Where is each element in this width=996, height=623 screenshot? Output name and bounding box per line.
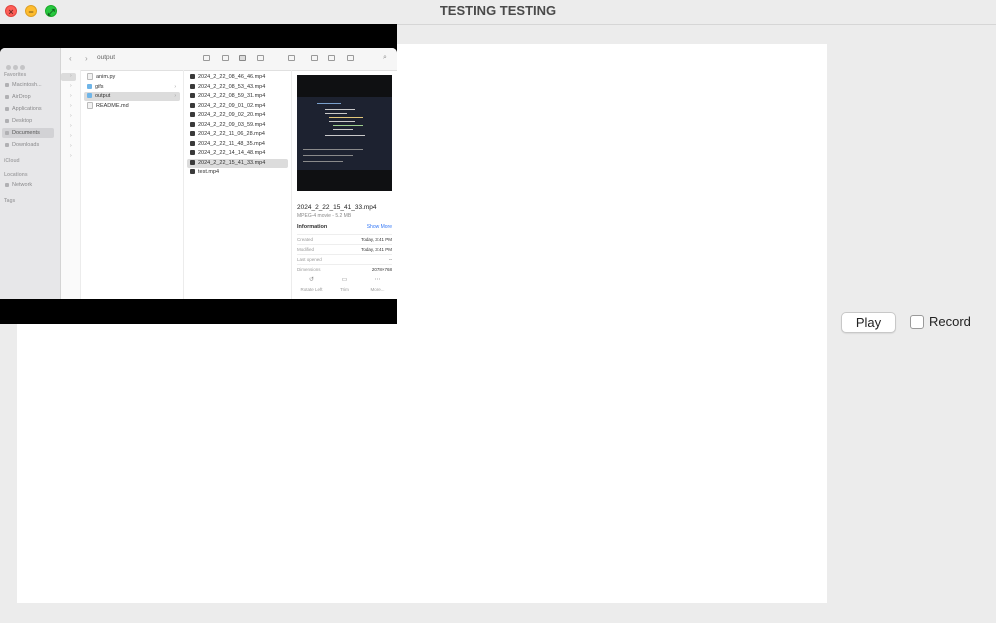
sidebar-item-network[interactable]: Network xyxy=(2,180,54,190)
applications-icon xyxy=(5,106,9,111)
finder-column-parent: › › › › › › › › › xyxy=(61,70,81,299)
chevron-right-icon: › xyxy=(70,103,72,109)
sidebar-item-desktop[interactable]: Desktop xyxy=(2,116,54,126)
list-item[interactable]: output › xyxy=(84,92,180,101)
group-icon[interactable] xyxy=(288,55,295,61)
list-item[interactable]: gifs › xyxy=(84,83,180,92)
back-icon[interactable]: ‹ xyxy=(69,54,72,63)
sidebar-item-applications[interactable]: Applications xyxy=(2,104,54,114)
rotate-left-icon: ↺ xyxy=(308,277,315,283)
record-label: Record xyxy=(929,314,971,329)
video-frame: Favorites Macintosh... AirDrop Applicati… xyxy=(0,24,397,324)
movie-file-icon xyxy=(190,159,195,165)
window-title: TESTING TESTING xyxy=(439,3,557,18)
list-item[interactable]: 2024_2_22_11_06_28.mp4 xyxy=(187,130,288,139)
chevron-right-icon: › xyxy=(70,123,72,129)
icon-view-icon[interactable] xyxy=(203,55,210,61)
more-action[interactable]: ⋯ More... xyxy=(361,276,394,292)
finder-column-project: anim.py gifs › output › README.md xyxy=(81,70,184,299)
preview-file-name: 2024_2_22_15_41_33.mp4 xyxy=(297,204,377,211)
list-item[interactable]: 2024_2_22_09_03_59.mp4 xyxy=(187,121,288,130)
search-icon[interactable]: ⌕ xyxy=(383,54,387,62)
finder-preview-pane: 2024_2_22_15_41_33.mp4 MPEG-4 movie - 5.… xyxy=(292,70,397,299)
sidebar-item-airdrop[interactable]: AirDrop xyxy=(2,92,54,102)
movie-file-icon xyxy=(190,131,195,137)
list-item[interactable]: 2024_2_22_08_59_31.mp4 xyxy=(187,92,288,101)
folder-icon xyxy=(87,83,92,89)
show-more-link[interactable]: Show More xyxy=(367,224,392,230)
list-item[interactable]: 2024_2_22_09_01_02.mp4 xyxy=(187,102,288,111)
finder-column-output: 2024_2_22_08_46_46.mp4 2024_2_22_08_53_4… xyxy=(184,70,292,299)
sidebar-item-macintosh[interactable]: Macintosh... xyxy=(2,80,54,90)
movie-file-icon xyxy=(190,112,195,118)
chevron-right-icon: › xyxy=(70,83,72,89)
list-item[interactable]: README.md xyxy=(84,101,180,111)
list-item[interactable]: 2024_2_22_08_53_43.mp4 xyxy=(187,83,288,92)
sidebar-section-locations: Locations xyxy=(4,172,28,178)
list-view-icon[interactable] xyxy=(222,55,229,61)
network-icon xyxy=(5,182,9,187)
record-checkbox[interactable] xyxy=(910,315,924,329)
movie-file-icon xyxy=(190,140,195,146)
list-item[interactable]: 2024_2_22_09_02_20.mp4 xyxy=(187,111,288,120)
tag-icon[interactable] xyxy=(328,55,335,61)
chevron-right-icon: › xyxy=(174,93,176,99)
airdrop-icon xyxy=(5,94,9,99)
preview-info-header: Information xyxy=(297,224,328,230)
column-view-icon[interactable] xyxy=(239,55,246,61)
documents-icon xyxy=(5,130,9,135)
movie-file-icon xyxy=(190,93,195,99)
gallery-view-icon[interactable] xyxy=(257,55,264,61)
list-item[interactable]: 2024_2_22_14_14_48.mp4 xyxy=(187,149,288,158)
chevron-right-icon: › xyxy=(70,153,72,159)
finder-path-title: output xyxy=(97,54,116,61)
sidebar-item-documents[interactable]: Documents xyxy=(2,128,54,138)
file-icon xyxy=(87,101,93,109)
movie-file-icon xyxy=(190,83,195,89)
trim-action[interactable]: ▭ Trim xyxy=(328,276,361,292)
sidebar-section-favorites: Favorites xyxy=(4,72,27,78)
chevron-right-icon: › xyxy=(70,73,72,79)
movie-file-icon xyxy=(190,121,195,127)
list-item[interactable]: test.mp4 xyxy=(187,168,288,177)
chevron-right-icon: › xyxy=(70,143,72,149)
finder-screenshot: Favorites Macintosh... AirDrop Applicati… xyxy=(0,48,397,299)
more-icon: ⋯ xyxy=(374,277,381,283)
chevron-right-icon: › xyxy=(70,93,72,99)
sidebar-section-icloud: iCloud xyxy=(4,158,20,164)
folder-icon xyxy=(87,93,92,99)
list-item[interactable]: 2024_2_22_08_46_46.mp4 xyxy=(187,73,288,82)
list-item[interactable]: anim.py xyxy=(84,73,180,82)
list-item[interactable]: 2024_2_22_11_48_35.mp4 xyxy=(187,140,288,149)
movie-file-icon xyxy=(190,102,195,108)
play-button[interactable]: Play xyxy=(841,312,896,333)
more-actions-icon[interactable] xyxy=(347,55,354,61)
sidebar-section-tags: Tags xyxy=(4,198,16,204)
finder-sidebar: Favorites Macintosh... AirDrop Applicati… xyxy=(0,48,61,299)
downloads-icon xyxy=(5,142,9,147)
desktop-icon xyxy=(5,118,9,123)
trim-icon: ▭ xyxy=(341,277,348,283)
preview-file-kind: MPEG-4 movie - 5.2 MB xyxy=(297,213,352,219)
movie-file-icon xyxy=(190,74,195,80)
video-thumbnail xyxy=(297,75,392,191)
chevron-right-icon: › xyxy=(70,113,72,119)
chevron-right-icon: › xyxy=(174,83,176,90)
sidebar-item-downloads[interactable]: Downloads xyxy=(2,140,54,150)
list-item[interactable]: 2024_2_22_15_41_33.mp4 xyxy=(187,158,288,168)
forward-icon[interactable]: › xyxy=(85,54,88,63)
file-icon xyxy=(87,73,93,81)
finder-toolbar: ‹ › output ⌕ xyxy=(61,48,397,71)
thumbnail-screen xyxy=(297,97,392,170)
movie-file-icon xyxy=(190,169,195,175)
info-row-dimensions: Dimensions 2078×768 xyxy=(297,264,392,275)
share-icon[interactable] xyxy=(311,55,318,61)
chevron-right-icon: › xyxy=(70,133,72,139)
parent-selection xyxy=(61,73,76,81)
disk-icon xyxy=(5,82,9,87)
movie-file-icon xyxy=(190,150,195,156)
title-bar: × − ⤢ TESTING TESTING xyxy=(0,0,996,25)
rotate-left-action[interactable]: ↺ Rotate Left xyxy=(295,276,328,292)
